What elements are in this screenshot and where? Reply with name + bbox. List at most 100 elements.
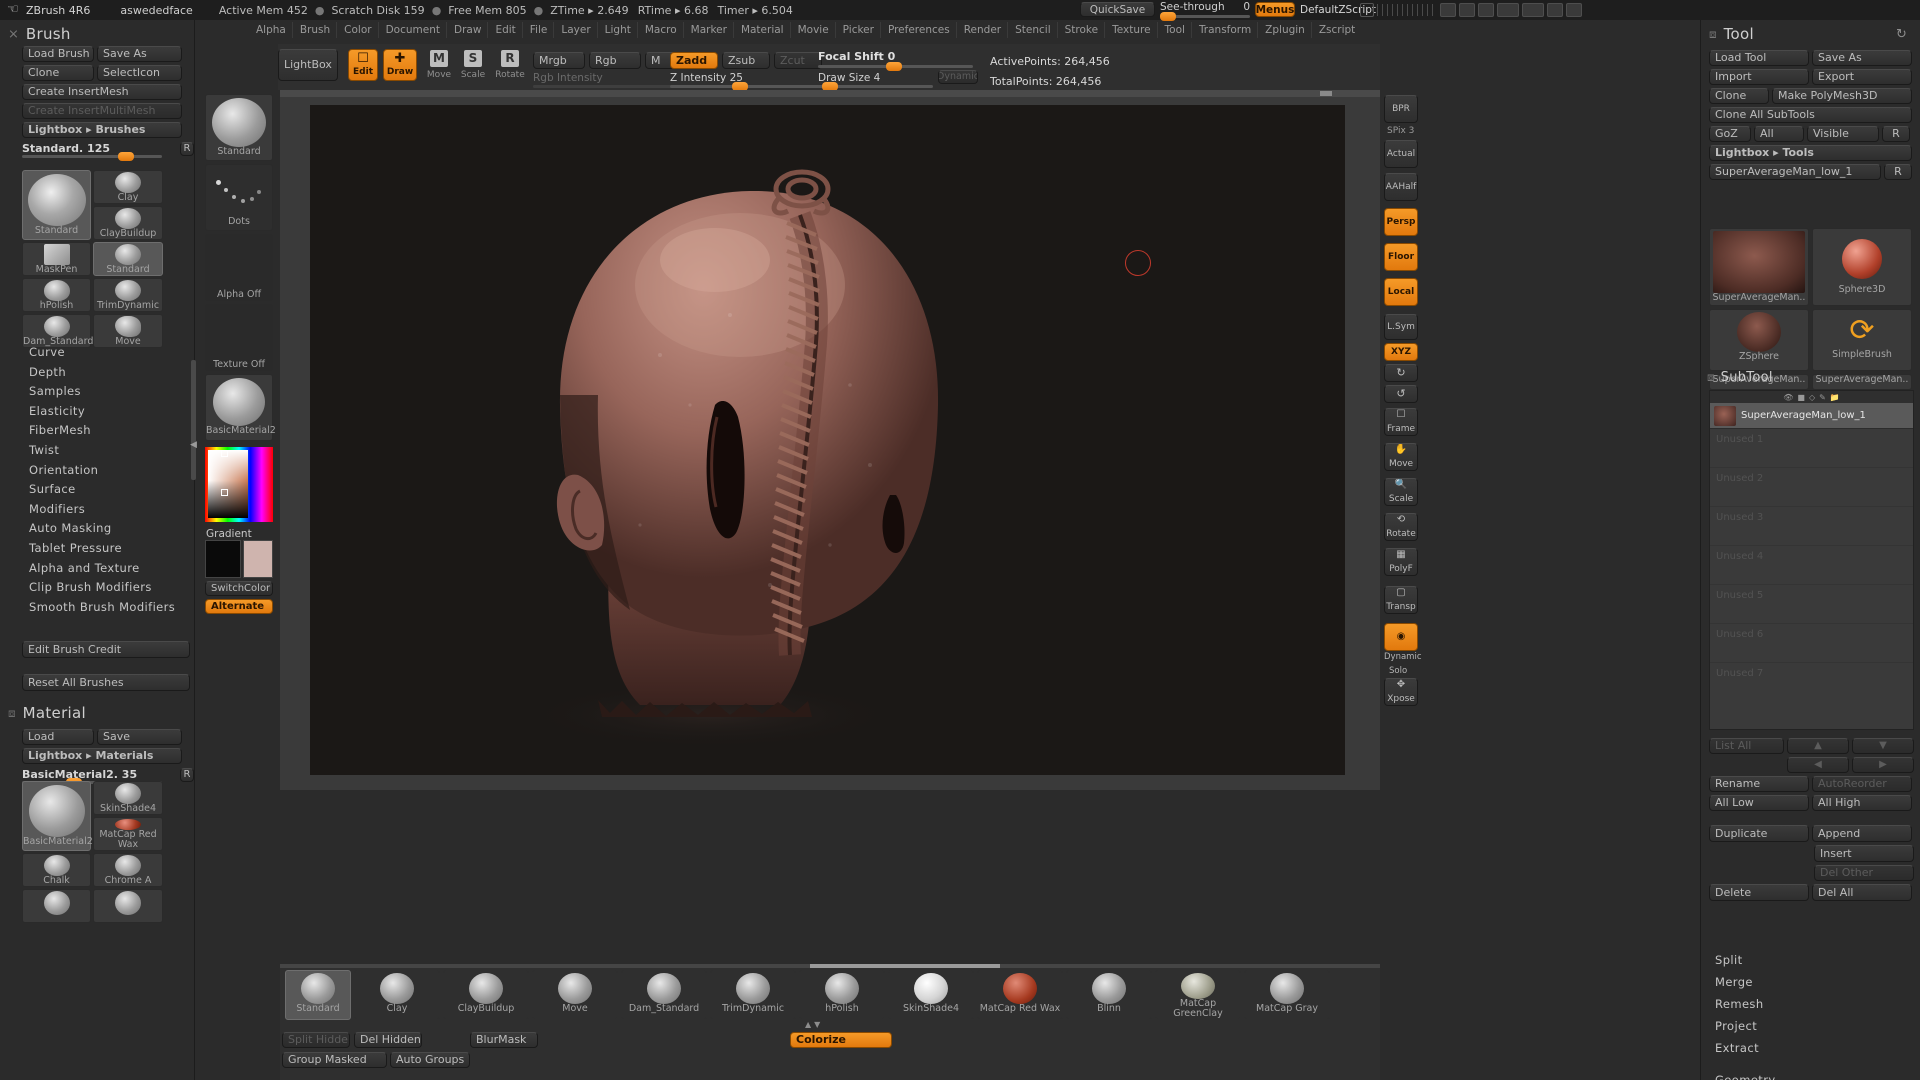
subtool-mesh-icon[interactable]: ◇: [1809, 393, 1815, 402]
shelf-item-dots-stroke[interactable]: Dots: [205, 164, 273, 231]
auto-groups-button[interactable]: Auto Groups: [390, 1052, 470, 1068]
del-all-button[interactable]: Del All: [1812, 884, 1912, 901]
subtool-up-button[interactable]: ▲: [1787, 738, 1849, 754]
tool-thumb-sphere3d[interactable]: Sphere3D: [1812, 228, 1912, 306]
lightbox-tools-button[interactable]: Lightbox ▸ Tools: [1709, 145, 1912, 161]
tool-section-merge[interactable]: Merge: [1715, 975, 1915, 997]
tool-section-extract[interactable]: Extract: [1715, 1041, 1915, 1063]
brush-size-reset-button[interactable]: R: [180, 142, 194, 156]
subtool-slot-unused-5[interactable]: Unused 5: [1710, 585, 1913, 624]
primary-color-swatch[interactable]: [205, 540, 241, 578]
menu-item-stencil[interactable]: Stencil: [1009, 22, 1058, 38]
export-button[interactable]: Export: [1812, 69, 1912, 85]
toolbar-icon-4[interactable]: [1497, 3, 1519, 17]
right-shelf-bpr[interactable]: BPR: [1384, 95, 1418, 123]
load-material-button[interactable]: Load: [22, 729, 94, 745]
material-slider-reset-button[interactable]: R: [180, 768, 194, 782]
subtool-folder-icon[interactable]: 📁: [1830, 393, 1840, 402]
bottom-material-skinshade4[interactable]: SkinShade4: [888, 970, 974, 1020]
brush-thumb-standard-large[interactable]: Standard: [22, 170, 91, 240]
titlebar-icon-strip[interactable]: [1360, 2, 1915, 18]
brush-section-surface[interactable]: Surface: [29, 482, 189, 502]
lightbox-materials-button[interactable]: Lightbox ▸ Materials: [22, 748, 182, 764]
import-button[interactable]: Import: [1709, 69, 1809, 85]
bottom-brush-hpolish[interactable]: hPolish: [799, 970, 885, 1020]
split-hidden-button[interactable]: Split Hidden: [282, 1032, 350, 1048]
color-picker[interactable]: [205, 447, 273, 522]
brush-section-auto-masking[interactable]: Auto Masking: [29, 521, 189, 541]
right-shelf-xpose[interactable]: ✥ Xpose: [1384, 678, 1418, 706]
zsub-button[interactable]: Zsub: [722, 52, 770, 69]
subtool-brush-icon[interactable]: ✎: [1819, 393, 1826, 402]
quicksave-button[interactable]: QuickSave: [1080, 2, 1155, 17]
save-as-brush-button[interactable]: Save As: [97, 46, 182, 62]
brush-sections-list[interactable]: Curve Depth Samples Elasticity FiberMesh…: [29, 345, 189, 619]
zcut-button[interactable]: Zcut: [774, 52, 822, 69]
color-picker-handle-bottom[interactable]: [221, 489, 228, 496]
right-shelf-scale[interactable]: 🔍 Scale: [1384, 478, 1418, 506]
right-shelf-rotate[interactable]: ⟲ Rotate: [1384, 513, 1418, 541]
brush-thumb-maskpen[interactable]: MaskPen: [22, 242, 91, 276]
auto-reorder-button[interactable]: AutoReorder: [1812, 776, 1912, 792]
material-thumb-extra-2[interactable]: [93, 889, 163, 923]
bottom-brush-clay[interactable]: Clay: [354, 970, 440, 1020]
rgb-button[interactable]: Rgb: [589, 52, 641, 69]
menu-item-transform[interactable]: Transform: [1193, 22, 1259, 38]
clone-all-subtools-button[interactable]: Clone All SubTools: [1709, 107, 1912, 123]
brush-section-depth[interactable]: Depth: [29, 365, 189, 385]
brush-thumb-clay[interactable]: Clay: [93, 170, 163, 204]
brush-section-twist[interactable]: Twist: [29, 443, 189, 463]
material-thumb-skinshade4[interactable]: SkinShade4: [93, 781, 163, 815]
menu-item-zplugin[interactable]: Zplugin: [1259, 22, 1312, 38]
blurmask-button[interactable]: BlurMask: [470, 1032, 538, 1048]
material-thumb-extra-1[interactable]: [22, 889, 91, 923]
right-shelf-polyf[interactable]: ▦ PolyF: [1384, 548, 1418, 576]
right-shelf-dynamic[interactable]: ◉: [1384, 623, 1418, 651]
menu-item-tool[interactable]: Tool: [1159, 22, 1192, 38]
menu-item-picker[interactable]: Picker: [837, 22, 881, 38]
shelf-item-basicmaterial2[interactable]: BasicMaterial2: [205, 374, 276, 441]
tool-section-remesh[interactable]: Remesh: [1715, 997, 1915, 1019]
current-tool-r-button[interactable]: R: [1884, 164, 1912, 180]
save-as-tool-button[interactable]: Save As: [1812, 50, 1912, 66]
brush-section-alpha-and-texture[interactable]: Alpha and Texture: [29, 561, 189, 581]
menu-item-light[interactable]: Light: [599, 22, 638, 38]
bottom-material-blinn[interactable]: Blinn: [1066, 970, 1152, 1020]
tool-sections-list[interactable]: Split Merge Remesh Project Extract Geome…: [1715, 953, 1915, 1080]
subtool-slot-unused-3[interactable]: Unused 3: [1710, 507, 1913, 546]
menu-item-color[interactable]: Color: [338, 22, 379, 38]
clone-tool-button[interactable]: Clone: [1709, 88, 1769, 104]
right-shelf-rotate-icon-a[interactable]: ↻: [1384, 364, 1418, 382]
tool-thumb-superaverageman-3[interactable]: SuperAverageMan..: [1812, 374, 1912, 390]
brush-section-clip-brush-modifiers[interactable]: Clip Brush Modifiers: [29, 580, 189, 600]
make-polymesh3d-button[interactable]: Make PolyMesh3D: [1772, 88, 1912, 104]
subtool-slot-unused-2[interactable]: Unused 2: [1710, 468, 1913, 507]
insert-button[interactable]: Insert: [1814, 845, 1914, 862]
brush-section-samples[interactable]: Samples: [29, 384, 189, 404]
see-through-slider[interactable]: See-through 0: [1160, 1, 1250, 21]
bottom-shelf-collapse-arrows[interactable]: ▲▼: [805, 1020, 823, 1029]
secondary-color-swatch[interactable]: [243, 540, 273, 578]
canvas-area[interactable]: [280, 90, 1380, 790]
mrgb-button[interactable]: Mrgb: [533, 52, 585, 69]
tool-panel-handle-icon[interactable]: ⧈: [1709, 27, 1717, 42]
menu-item-draw[interactable]: Draw: [448, 22, 489, 38]
brush-section-fibermesh[interactable]: FiberMesh: [29, 423, 189, 443]
material-thumb-basicmaterial2[interactable]: BasicMaterial2: [22, 781, 93, 851]
right-shelf-rotate-icon-b[interactable]: ↺: [1384, 385, 1418, 403]
canvas-viewport[interactable]: [310, 105, 1345, 775]
menu-item-alpha[interactable]: Alpha: [250, 22, 293, 38]
menu-item-stroke[interactable]: Stroke: [1059, 22, 1106, 38]
tool-thumb-simplebrush[interactable]: ⟳ SimpleBrush: [1812, 309, 1912, 371]
duplicate-button[interactable]: Duplicate: [1709, 825, 1809, 842]
toolbar-icon-1[interactable]: [1440, 3, 1456, 17]
menu-item-layer[interactable]: Layer: [555, 22, 598, 38]
tool-thumbnail-grid[interactable]: SuperAverageMan.. Sphere3D ZSphere ⟳ Sim…: [1709, 228, 1914, 390]
toolbar-icon-6[interactable]: [1547, 3, 1563, 17]
subtool-right-button[interactable]: ▶: [1852, 757, 1914, 773]
subtool-panel-handle-icon[interactable]: ⧈: [1707, 370, 1715, 385]
material-thumb-matcap-red-wax[interactable]: MatCap Red Wax: [93, 817, 163, 851]
brush-section-elasticity[interactable]: Elasticity: [29, 404, 189, 424]
toolbar-icon-5[interactable]: [1522, 3, 1544, 17]
list-all-button[interactable]: List All: [1709, 738, 1784, 754]
